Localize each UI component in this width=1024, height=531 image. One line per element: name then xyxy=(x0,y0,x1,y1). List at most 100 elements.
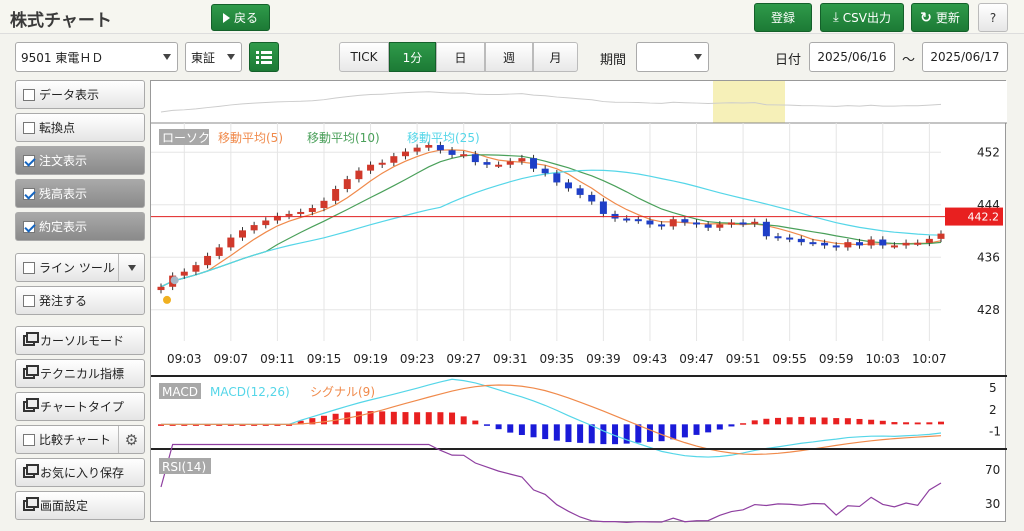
period-label: 期間 xyxy=(600,53,627,68)
chart-svg[interactable]: 45244443642809:03 09:07 09:11 09:15 09:19 09:… xyxy=(151,81,1007,523)
refresh-button[interactable]: ↻ 更新 xyxy=(911,3,969,32)
checkbox[interactable] xyxy=(23,294,35,307)
x-tick-label: 09:39 xyxy=(586,352,621,366)
checkbox[interactable] xyxy=(23,154,35,167)
tab-month[interactable]: 月 xyxy=(533,42,578,72)
tab-day[interactable]: 日 xyxy=(436,42,485,72)
chevron-down-icon xyxy=(227,54,235,60)
macd-histogram-bar xyxy=(856,418,863,425)
sidebar-item-3[interactable]: 残高表示 xyxy=(15,179,145,208)
macd-histogram-bar xyxy=(681,424,688,438)
rsi-line xyxy=(160,443,942,523)
date-separator: ～ xyxy=(902,53,916,68)
sidebar-item-4[interactable]: 約定表示 xyxy=(15,212,145,241)
checkbox[interactable] xyxy=(23,88,35,101)
sidebar-item-1[interactable]: 転換点 xyxy=(15,113,145,142)
macd-histogram-bar xyxy=(553,424,560,441)
chevron-down-icon xyxy=(694,54,702,60)
candle-body xyxy=(285,213,293,216)
tab-tick[interactable]: TICK xyxy=(339,42,389,72)
candle-body xyxy=(343,179,351,189)
market-select[interactable]: 東証 xyxy=(185,42,242,72)
sidebar-item-5[interactable]: ライン ツール xyxy=(15,253,145,282)
checkbox[interactable] xyxy=(23,121,35,134)
sidebar-item-label: 比較チャート xyxy=(39,433,111,447)
x-tick-label: 09:59 xyxy=(819,352,854,366)
sidebar-item-label: 約定表示 xyxy=(39,220,88,234)
back-button[interactable]: 戻る xyxy=(211,4,270,31)
tab-1min[interactable]: 1分 xyxy=(389,42,436,72)
sidebar-item-9[interactable]: チャートタイプ xyxy=(15,392,145,421)
gear-icon[interactable]: ⚙ xyxy=(118,426,144,453)
sidebar-item-10[interactable]: 比較チャート ⚙ xyxy=(15,425,145,454)
chevron-down-icon xyxy=(163,54,171,60)
x-tick-label: 09:51 xyxy=(726,352,761,366)
register-button[interactable]: 登録 xyxy=(754,3,812,32)
period-select[interactable] xyxy=(636,42,709,72)
candle-body xyxy=(460,154,468,157)
macd-histogram-bar xyxy=(821,417,828,425)
x-tick-label: 10:03 xyxy=(865,352,900,366)
macd-histogram-bar xyxy=(530,424,537,438)
help-button[interactable]: ? xyxy=(978,3,1008,32)
sidebar-item-8[interactable]: テクニカル指標 xyxy=(15,359,145,388)
execution-marker xyxy=(163,295,171,304)
macd-histogram-bar xyxy=(775,417,782,425)
macd-histogram-bar xyxy=(751,420,758,425)
candle-body xyxy=(681,219,689,223)
sidebar-item-label: 発注する xyxy=(39,294,88,308)
candle-body xyxy=(774,236,782,239)
window-icon xyxy=(23,332,39,346)
sidebar-item-6[interactable]: 発注する xyxy=(15,286,145,315)
candle-body xyxy=(786,237,794,240)
macd-histogram-bar xyxy=(809,417,816,425)
navigator-window xyxy=(713,81,785,123)
macd-histogram-bar xyxy=(786,417,793,425)
checkbox[interactable] xyxy=(23,220,35,233)
macd-histogram-bar xyxy=(670,424,677,440)
macd-histogram-bar xyxy=(716,424,723,430)
macd-histogram-bar xyxy=(425,412,432,425)
candle-body xyxy=(495,164,503,167)
checkbox[interactable] xyxy=(23,261,35,274)
sidebar-item-7[interactable]: カーソルモード xyxy=(15,326,145,355)
checkbox[interactable] xyxy=(23,433,35,446)
candle-body xyxy=(250,225,258,231)
window-icon xyxy=(23,464,39,478)
app-title: 株式チャート xyxy=(10,11,112,31)
macd-tick-label: 2 xyxy=(989,403,997,417)
checkbox[interactable] xyxy=(23,187,35,200)
date-from-input[interactable]: 2025/06/16 xyxy=(809,42,895,72)
tab-week[interactable]: 週 xyxy=(485,42,533,72)
candle-body xyxy=(355,170,363,180)
macd-histogram-bar xyxy=(705,424,712,433)
x-tick-label: 10:07 xyxy=(912,352,947,366)
symbol-value: 9501 東電ＨＤ xyxy=(21,50,104,65)
macd-legend-label-1: MACD(12,26) xyxy=(210,385,290,399)
sidebar-item-2[interactable]: 注文表示 xyxy=(15,146,145,175)
symbol-select[interactable]: 9501 東電ＨＤ xyxy=(15,42,178,72)
refresh-icon: ↻ xyxy=(920,9,932,26)
legend-label-0: ローソク xyxy=(162,131,210,145)
candle-body xyxy=(669,219,677,227)
rsi-tick-label: 30 xyxy=(985,497,1000,511)
chevron-down-icon[interactable] xyxy=(118,254,144,281)
candle-body xyxy=(390,156,398,163)
list-icon xyxy=(256,51,272,64)
sidebar-item-11[interactable]: お気に入り保存 xyxy=(15,458,145,487)
candle-body xyxy=(856,242,864,246)
x-tick-label: 09:47 xyxy=(679,352,714,366)
candle-body xyxy=(646,220,654,225)
sidebar-item-12[interactable]: 画面設定 xyxy=(15,491,145,520)
candle-body xyxy=(308,208,316,212)
list-view-button[interactable] xyxy=(249,42,279,72)
sidebar-item-0[interactable]: データ表示 xyxy=(15,80,145,109)
ma-line-10 xyxy=(160,154,942,288)
market-value: 東証 xyxy=(191,50,216,65)
macd-histogram-bar xyxy=(938,421,944,425)
csv-export-button[interactable]: ⤓ CSV出力 xyxy=(820,3,904,32)
candle-body xyxy=(716,224,724,228)
candle-body xyxy=(471,154,479,163)
date-to-input[interactable]: 2025/06/17 xyxy=(922,42,1008,72)
chart-panel[interactable]: 452 444 436 428 09:03 09:07 09:11 09:15 09:19 09:… xyxy=(150,80,1007,523)
